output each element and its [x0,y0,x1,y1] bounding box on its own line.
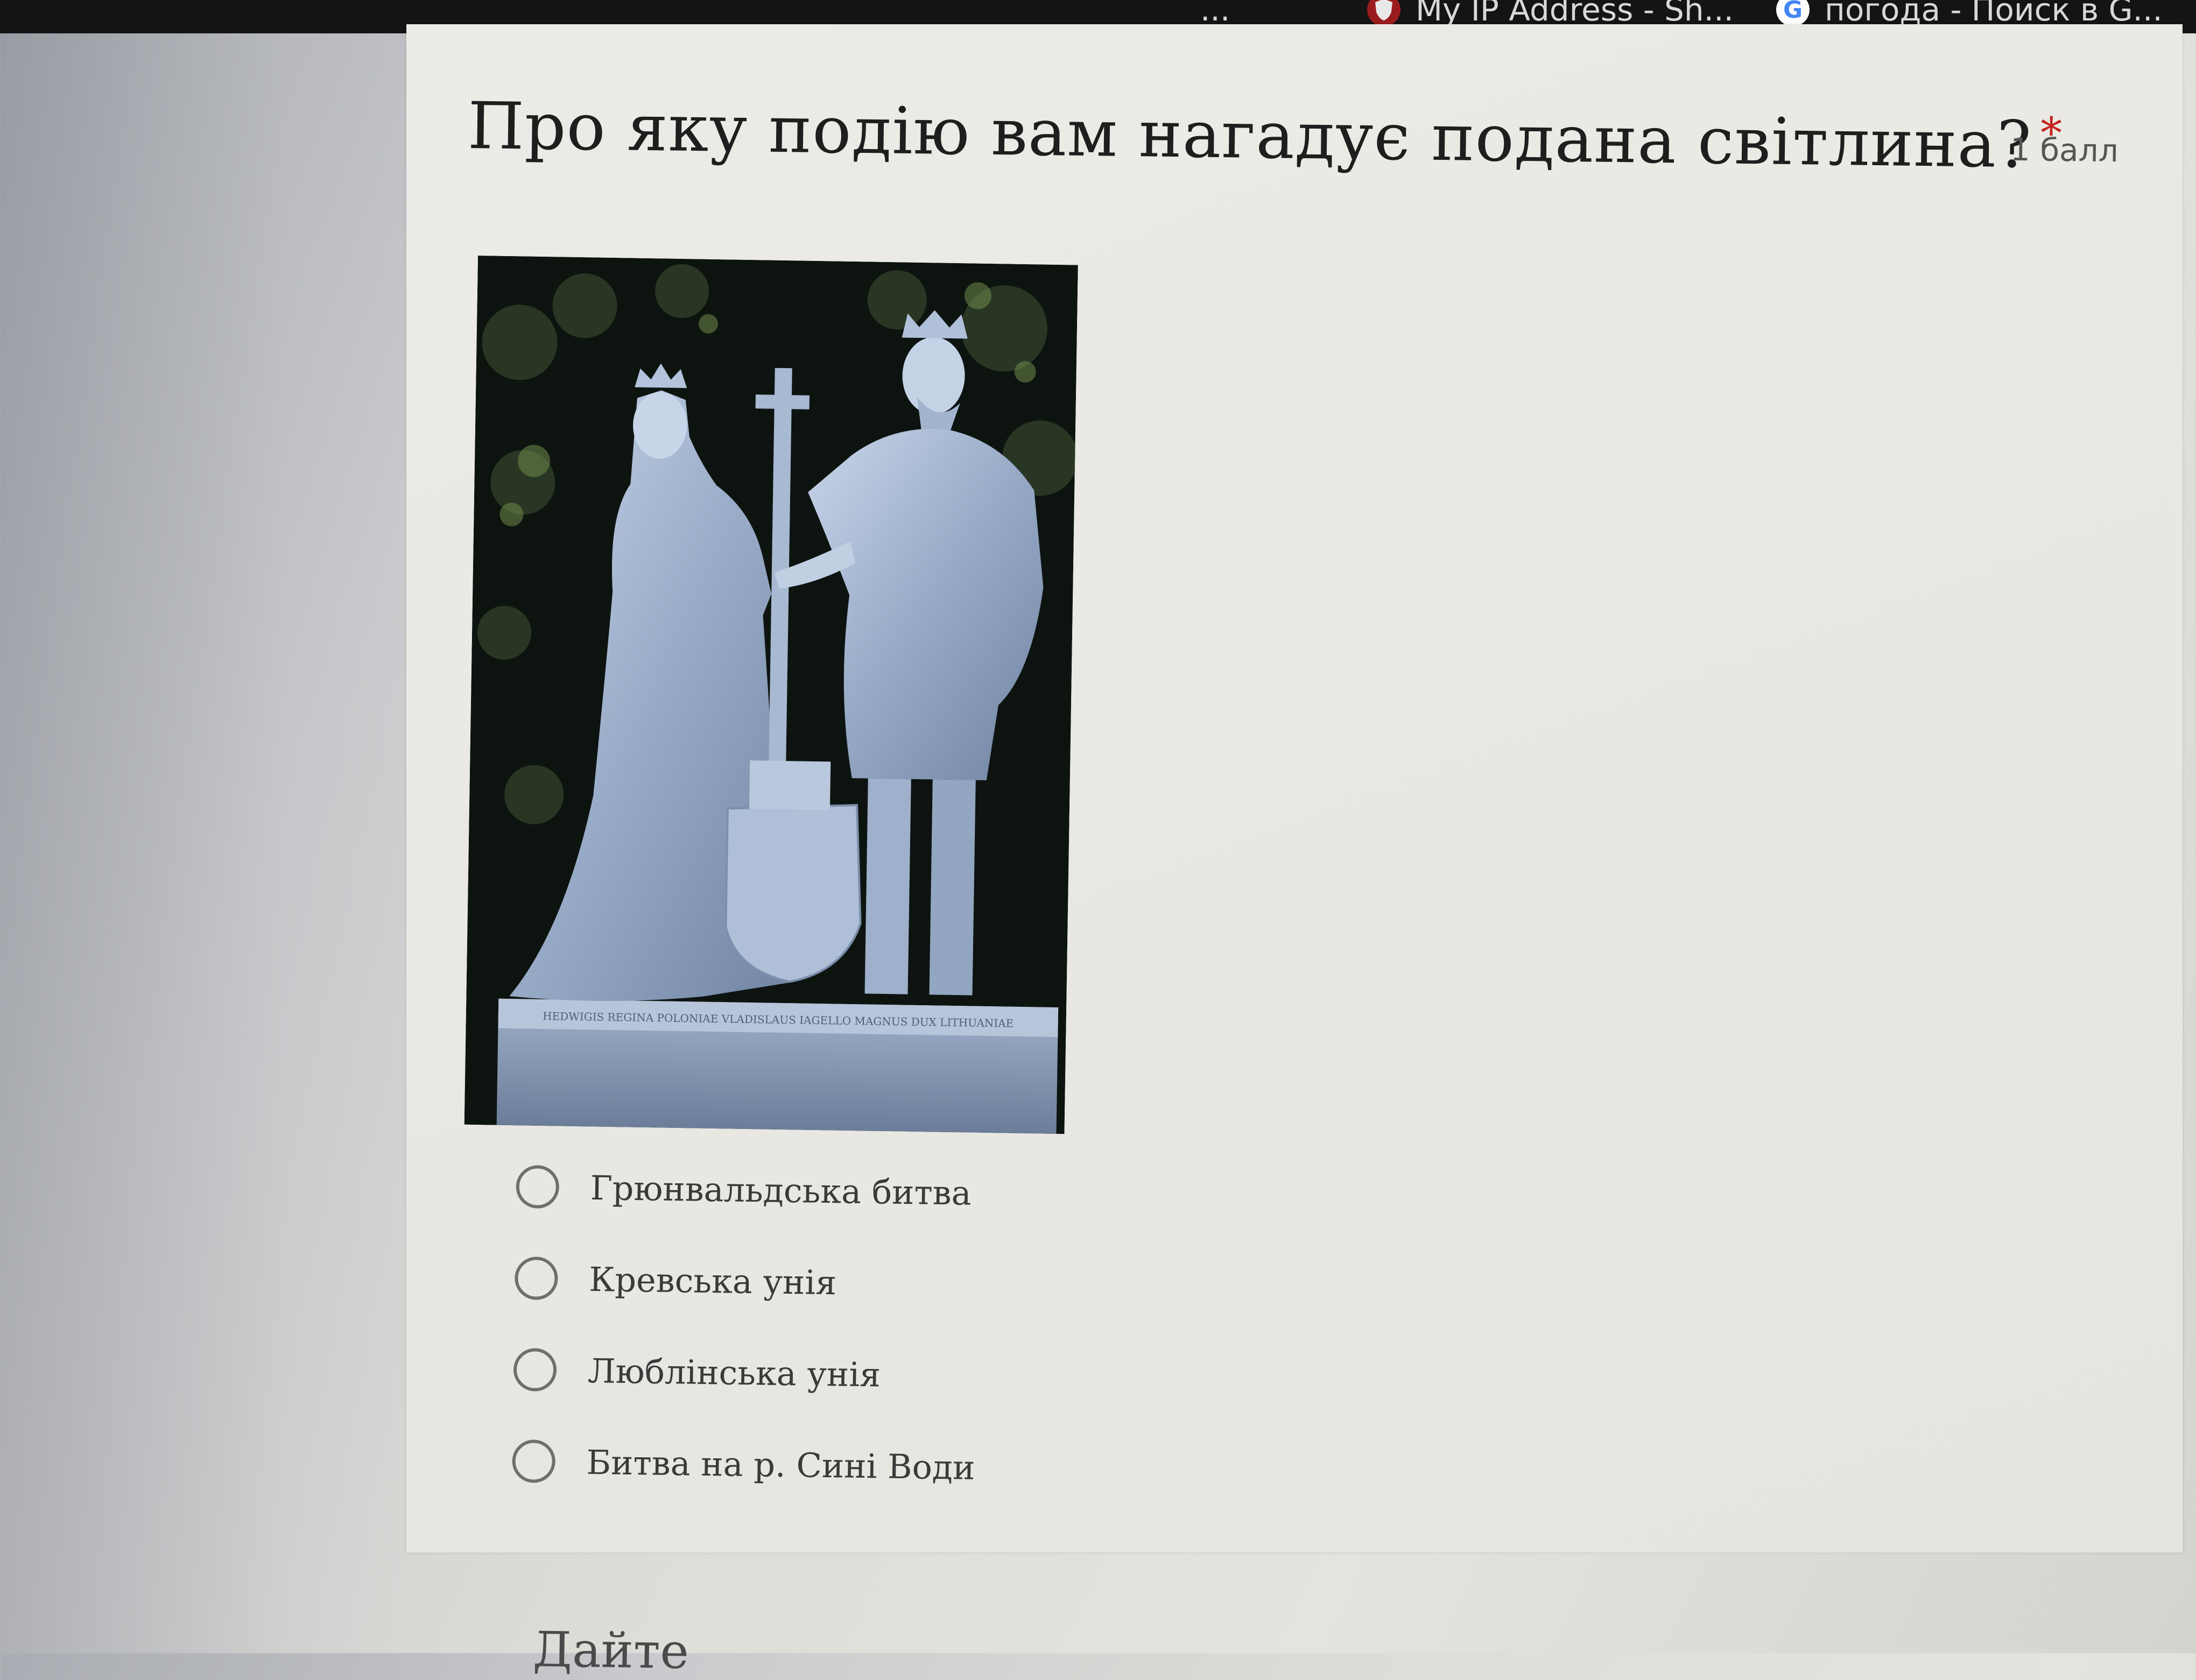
option-label: Битва на р. Сині Води [586,1442,975,1487]
radio-button[interactable] [512,1439,556,1484]
option-label: Грюнвальдська битва [590,1168,972,1213]
shield-icon [1367,0,1400,26]
option-blue-waters[interactable]: Битва на р. Сині Води [512,1415,1374,1519]
points-label: 1 балл [2010,131,2119,170]
next-question-title: Дайте [532,1621,689,1680]
radio-button[interactable] [513,1347,557,1392]
statue-photo: HEDWIGIS REGINA POLONIAE VLADISLAUS IAGE… [464,256,1078,1134]
option-grunwald[interactable]: Грюнвальдська битва [516,1141,1378,1244]
question-image: HEDWIGIS REGINA POLONIAE VLADISLAUS IAGE… [464,256,1078,1134]
option-label: Кревська унія [588,1259,837,1302]
option-krevo-union[interactable]: Кревська унія [514,1232,1376,1336]
option-label: Люблінська унія [587,1351,881,1394]
page-background [0,33,409,1653]
answer-options: Грюнвальдська битва Кревська унія Люблін… [512,1141,1378,1519]
option-lublin-union[interactable]: Люблінська унія [513,1324,1375,1427]
radio-button[interactable] [514,1256,558,1301]
google-icon: G [1776,0,1810,26]
radio-button[interactable] [516,1164,560,1209]
